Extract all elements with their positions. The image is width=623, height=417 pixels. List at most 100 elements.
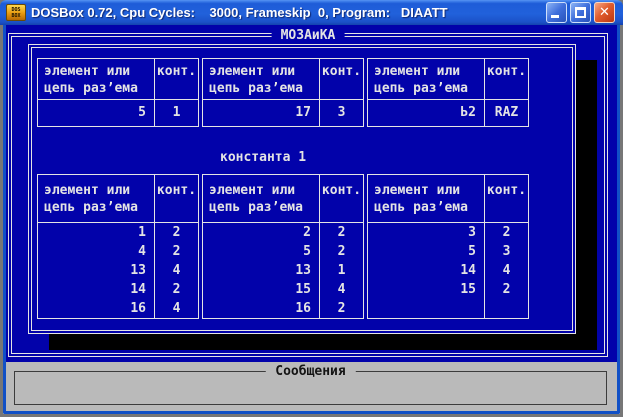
text-line: элемент или — [209, 182, 319, 199]
text-line: 17 — [203, 100, 311, 126]
element-header-cell: элемент илицепь раз’ема — [368, 59, 485, 99]
text-line: 4 — [155, 299, 198, 318]
contact-header-cell: конт. — [320, 175, 363, 222]
element-header-cell: элемент илицепь раз’ема — [38, 175, 155, 222]
table-header-row: элемент илицепь раз’емаконт. — [368, 175, 528, 223]
text-line: цепь раз’ема — [374, 199, 484, 216]
contact-values-cell: 1 — [155, 100, 198, 126]
text-line: конт. — [155, 63, 198, 80]
text-line: 4 — [155, 261, 198, 280]
text-line: элемент или — [44, 63, 154, 80]
text-line: 2 — [320, 242, 363, 261]
top-table: элемент илицепь раз’емаконт.51элемент ил… — [37, 58, 529, 127]
tables-panel: элемент илицепь раз’емаконт.51элемент ил… — [28, 44, 576, 334]
table-data-row: 1413141622424 — [38, 223, 198, 318]
contact-values-cell: RAZ — [485, 100, 528, 126]
text-line: 2 — [155, 280, 198, 299]
connector-table-group: элемент илицепь раз’емаконт.173 — [202, 58, 364, 127]
contact-values-cell: 22142 — [320, 223, 363, 318]
text-line: 13 — [38, 261, 146, 280]
text-line: 16 — [203, 299, 311, 318]
text-line: конт. — [320, 182, 363, 199]
titlebar[interactable]: DOS BOX DOSBox 0.72, Cpu Cycles: 3000, F… — [0, 0, 623, 25]
close-icon: ✕ — [595, 3, 614, 22]
minimize-icon — [551, 15, 559, 18]
connector-table-group: элемент илицепь раз’емаконт.251315162214… — [202, 174, 364, 319]
element-header-cell: элемент илицепь раз’ема — [38, 59, 155, 99]
text-line: 2 — [155, 242, 198, 261]
table-data-row: 51 — [38, 100, 198, 126]
text-line: цепь раз’ема — [209, 199, 319, 216]
text-line: 2 — [320, 223, 363, 242]
messages-title: Сообщения — [265, 364, 355, 379]
text-line: цепь раз’ема — [44, 199, 154, 216]
table-header-row: элемент илицепь раз’емаконт. — [368, 59, 528, 100]
mozaika-frame: МОЗАиКА элемент илицепь раз’емаконт.51эл… — [8, 33, 608, 357]
text-line: 1 — [38, 223, 146, 242]
contact-header-cell: конт. — [155, 175, 198, 222]
maximize-button[interactable] — [570, 2, 591, 23]
table-header-row: элемент илицепь раз’емаконт. — [38, 175, 198, 223]
element-values-cell: Ь2 — [368, 100, 485, 126]
table-data-row: Ь2 RAZ — [368, 100, 528, 126]
text-line: элемент или — [209, 63, 319, 80]
bottom-table: элемент илицепь раз’емаконт.141314162242… — [37, 174, 529, 319]
frame-title: МОЗАиКА — [272, 28, 345, 43]
text-line: цепь раз’ема — [374, 80, 484, 97]
connector-table-group: элемент илицепь раз’емаконт.141314162242… — [37, 174, 199, 319]
text-line: RAZ — [485, 100, 528, 126]
text-line: элемент или — [374, 63, 484, 80]
text-line: 13 — [203, 261, 311, 280]
dos-screen: МОЗАиКА элемент илицепь раз’емаконт.51эл… — [3, 25, 620, 414]
text-line: 3 — [320, 100, 363, 126]
table-data-row: 17 3 — [203, 100, 363, 126]
table-data-row: 3514152342 — [368, 223, 528, 318]
dosbox-app-icon: DOS BOX — [6, 4, 26, 21]
element-values-cell: 351415 — [368, 223, 485, 318]
text-line: 2 — [485, 223, 528, 242]
text-line: 5 — [368, 242, 476, 261]
window-title: DOSBox 0.72, Cpu Cycles: 3000, Frameskip… — [31, 5, 546, 20]
contact-header-cell: конт. — [485, 175, 528, 222]
maximize-icon — [575, 7, 586, 18]
text-line: 2 — [203, 223, 311, 242]
text-line: 5 — [38, 100, 146, 126]
contact-values-cell: 3 — [320, 100, 363, 126]
text-line: 15 — [203, 280, 311, 299]
text-line: элемент или — [374, 182, 484, 199]
contact-header-cell: конт. — [155, 59, 198, 99]
close-button[interactable]: ✕ — [594, 2, 615, 23]
text-line: 3 — [368, 223, 476, 242]
text-line: 2 — [155, 223, 198, 242]
element-values-cell: 14131416 — [38, 223, 155, 318]
table-header-row: элемент илицепь раз’емаконт. — [203, 59, 363, 100]
element-values-cell: 5 — [38, 100, 155, 126]
text-line: 1 — [320, 261, 363, 280]
text-line: 15 — [368, 280, 476, 299]
text-line: конт. — [155, 182, 198, 199]
text-line: конт. — [320, 63, 363, 80]
element-header-cell: элемент илицепь раз’ема — [203, 59, 320, 99]
messages-box: Сообщения — [14, 371, 607, 405]
element-values-cell: 17 — [203, 100, 320, 126]
element-values-cell: 25131516 — [203, 223, 320, 318]
text-line: 2 — [485, 280, 528, 299]
table-header-row: элемент илицепь раз’емаконт. — [38, 59, 198, 100]
minimize-button[interactable] — [546, 2, 567, 23]
text-line: 2 — [320, 299, 363, 318]
text-line: 4 — [485, 261, 528, 280]
connector-table-group: элемент илицепь раз’емаконт.3514152342 — [367, 174, 529, 319]
text-line: 4 — [320, 280, 363, 299]
text-line: конт. — [485, 63, 528, 80]
text-line: 3 — [485, 242, 528, 261]
text-line: 4 — [38, 242, 146, 261]
app-icon-text: BOX — [11, 13, 20, 19]
text-line: 1 — [155, 100, 198, 126]
text-line: Ь2 — [368, 100, 476, 126]
connector-table-group: элемент илицепь раз’емаконт.51 — [37, 58, 199, 127]
text-line: 14 — [368, 261, 476, 280]
contact-header-cell: конт. — [320, 59, 363, 99]
element-header-cell: элемент илицепь раз’ема — [203, 175, 320, 222]
connector-table-group: элемент илицепь раз’емаконт.Ь2RAZ — [367, 58, 529, 127]
text-line: 16 — [38, 299, 146, 318]
